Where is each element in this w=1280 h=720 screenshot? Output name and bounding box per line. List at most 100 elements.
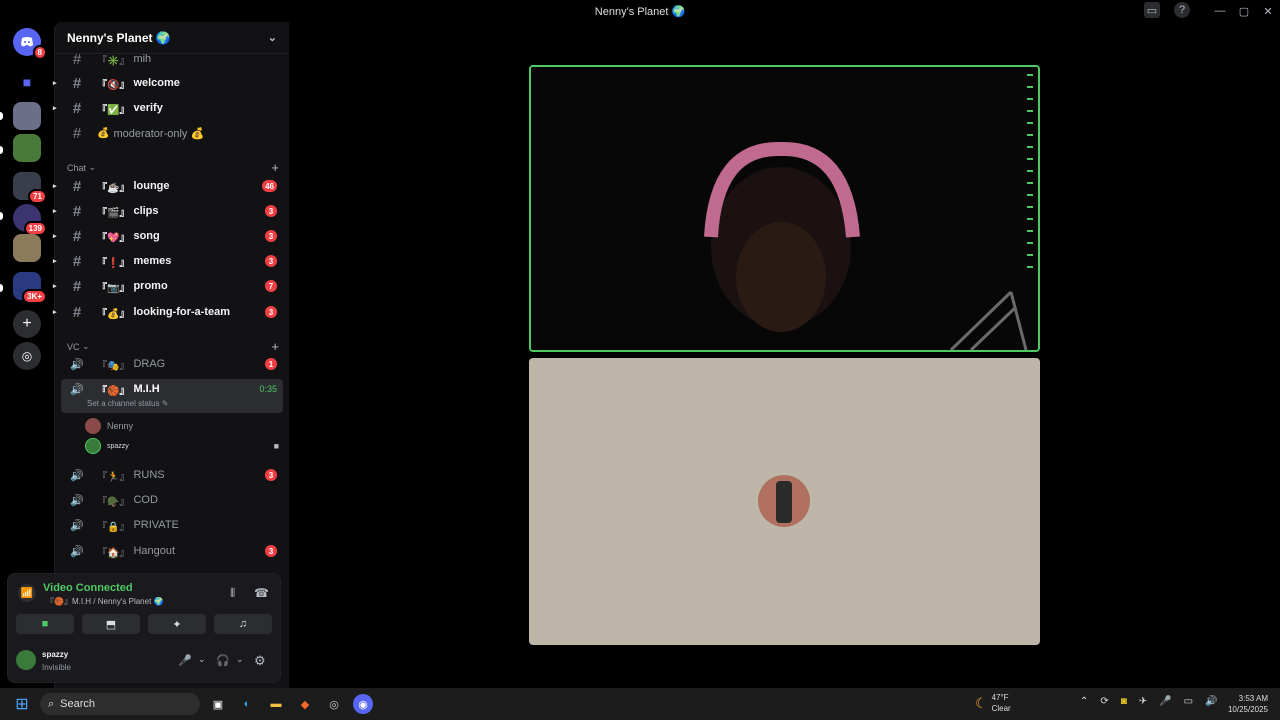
server-icon[interactable]: 71 (13, 172, 47, 204)
channel-song[interactable]: ▸ # 『💖』 song 3 (53, 225, 283, 247)
headphones-icon[interactable]: 🎧 (216, 654, 230, 667)
server-icon[interactable]: 139 (13, 204, 47, 236)
clock[interactable]: 3:53 AM 10/25/2025 (1224, 693, 1268, 715)
category-vc[interactable]: VC ⌄ + (67, 339, 279, 354)
channel-emoji: 『🎬』 (97, 207, 130, 219)
connection-channel[interactable]: 『🏀』M.I.H / Nenny's Planet 🌍 (46, 596, 163, 607)
channel-welcome[interactable]: ▸ # 『🔇』 welcome (53, 72, 283, 94)
discord-home-icon[interactable]: 8 (13, 28, 47, 60)
channel-name: moderator-only 💰 (113, 127, 205, 140)
microphone-icon[interactable]: 🎤 (178, 654, 192, 667)
clock-date: 10/25/2025 (1227, 705, 1268, 714)
channel-verify[interactable]: ▸ # 『✅』 verify (53, 97, 283, 119)
voice-channel-cod[interactable]: 🔊 『🪖』 COD (61, 489, 283, 511)
channel-lounge[interactable]: ▸ # 『☕』 lounge 46 (53, 175, 283, 197)
network-tray-icon[interactable]: ✈ (1139, 696, 1147, 707)
category-chat[interactable]: Chat ⌄ + (67, 160, 279, 175)
video-tile-avatar[interactable] (529, 358, 1040, 645)
noise-suppression-icon[interactable]: ⦀ (230, 586, 235, 601)
channel-emoji: 『💖』 (97, 232, 130, 244)
voice-channel-private[interactable]: 🔊 『🔒』 PRIVATE (61, 514, 283, 536)
add-channel-icon[interactable]: + (271, 339, 279, 354)
server-icon[interactable]: 3K+ (13, 272, 47, 304)
file-explorer-icon[interactable]: ▬ (266, 694, 286, 714)
settings-gear-icon[interactable]: ⚙ (254, 653, 266, 669)
channel-name: RUNS (133, 469, 165, 481)
connection-status[interactable]: Video Connected (43, 582, 133, 594)
chevron-down-icon[interactable]: ⌄ (198, 654, 206, 665)
inbox-icon[interactable]: ▭ (1144, 2, 1160, 18)
maximize-button[interactable]: ▢ (1232, 5, 1256, 18)
user-name: spazzy (42, 650, 69, 659)
voice-channel-drag[interactable]: 🔊 『🎭』 DRAG 1 (61, 353, 283, 375)
screen-share-icon: ⬒ (105, 618, 117, 631)
help-icon[interactable]: ? (1174, 2, 1190, 18)
hash-icon: # (72, 252, 82, 270)
hash-icon: # (72, 202, 82, 220)
discover-icon[interactable]: ◎ (13, 342, 41, 370)
norton-icon[interactable]: ◙ (1121, 696, 1127, 707)
voice-channel-runs[interactable]: 🔊 『🏃』 RUNS 3 (61, 464, 283, 486)
channel-mih[interactable]: # 『✳️』 mih (61, 48, 283, 70)
channel-emoji: 『🎭』 (97, 360, 130, 372)
voice-channel-mih-active[interactable]: 🔊 『🏀』 M.I.H 0:35 Set a channel status ✎ (61, 379, 283, 413)
direct-messages-icon[interactable]: ■ (13, 68, 41, 96)
display-icon[interactable]: ▭ (1184, 696, 1193, 707)
channel-name: DRAG (133, 358, 166, 370)
channel-moderator-only[interactable]: # 💰 moderator-only 💰 (61, 122, 283, 144)
edge-icon[interactable]: ◐ (237, 694, 257, 714)
chevron-up-icon[interactable]: ⌃ (1080, 696, 1088, 707)
channel-promo[interactable]: ▸ # 『📷』 promo 7 (53, 275, 283, 297)
connection-signal-icon[interactable]: 📶 (18, 584, 36, 602)
add-server-icon[interactable]: + (13, 310, 41, 338)
hash-icon: # (72, 74, 82, 92)
channel-name: COD (133, 494, 158, 506)
voice-channel-hangout[interactable]: 🔊 『🏠』 Hangout 3 (61, 540, 283, 562)
close-window-button[interactable]: ✕ (1256, 5, 1280, 18)
member-name: Nenny (107, 421, 134, 431)
mic-tray-icon[interactable]: 🎤 (1159, 696, 1171, 707)
channel-status[interactable]: Set a channel status ✎ (61, 399, 283, 408)
disconnect-icon[interactable]: ☎ (254, 586, 269, 600)
channel-name: PRIVATE (133, 519, 179, 531)
mention-badge: 7 (265, 280, 277, 292)
channel-looking-for-a-team[interactable]: ▸ # 『💰』 looking-for-a-team 3 (53, 301, 283, 323)
channel-emoji: 『🔒』 (97, 521, 130, 533)
add-channel-icon[interactable]: + (271, 160, 279, 175)
locked-speaker-icon: 🔊 (70, 519, 84, 532)
weather-widget[interactable]: ☾ 47°F Clear (975, 692, 1011, 714)
server-icon[interactable] (13, 134, 41, 162)
soundboard-button[interactable]: ♫ (214, 614, 272, 634)
soundboard-icon: ♫ (238, 618, 248, 630)
voice-member[interactable]: Nenny (85, 418, 133, 434)
channel-clips[interactable]: ▸ # 『🎬』 clips 3 (53, 200, 283, 222)
screen-share-button[interactable]: ⬒ (82, 614, 140, 634)
channel-emoji: 『🔇』 (97, 79, 130, 91)
channel-name: clips (133, 205, 159, 217)
obs-icon[interactable]: ◎ (324, 694, 344, 714)
chevron-down-icon[interactable]: ⌄ (236, 654, 244, 665)
pencil-icon: ✎ (161, 399, 169, 408)
search-label: Search (60, 698, 96, 710)
taskbar-search[interactable]: ⌕ Search (40, 693, 200, 715)
channel-emoji: 『✳️』 (97, 55, 130, 67)
video-tile-speaking[interactable] (529, 65, 1040, 352)
volume-icon[interactable]: 🔊 (1205, 696, 1217, 707)
windows-start-icon[interactable]: ⊞ (12, 694, 32, 714)
server-icon[interactable] (13, 234, 41, 262)
server-icon[interactable] (13, 102, 41, 130)
minimize-button[interactable]: — (1208, 5, 1232, 17)
channel-emoji: 『🏠』 (97, 547, 130, 559)
activities-button[interactable]: ✦ (148, 614, 206, 634)
discord-taskbar-icon[interactable]: ◉ (353, 694, 373, 714)
chevron-down-icon[interactable]: ⌄ (268, 31, 277, 44)
brave-icon[interactable]: ◆ (295, 694, 315, 714)
user-avatar[interactable] (16, 650, 36, 670)
task-view-icon[interactable]: ▣ (208, 694, 228, 714)
channel-memes[interactable]: ▸ # 『❗』 memes 3 (53, 250, 283, 272)
video-camera-icon: ■ (41, 618, 49, 630)
voice-member[interactable]: spazzy ■ (85, 438, 279, 454)
sync-icon[interactable]: ⟳ (1100, 696, 1108, 707)
camera-button[interactable]: ■ (16, 614, 74, 634)
hash-icon: # (72, 50, 82, 68)
